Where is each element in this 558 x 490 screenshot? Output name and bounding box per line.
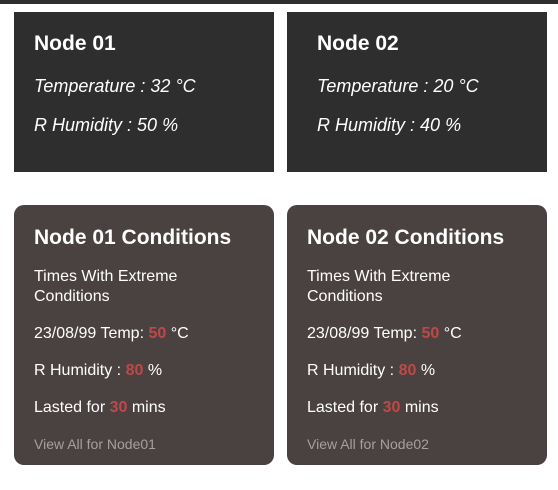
- date-temp-label: 23/08/99 Temp:: [34, 325, 149, 342]
- duration-reading: Lasted for 30 mins: [307, 398, 439, 418]
- humidity-label: R Humidity :: [34, 362, 126, 379]
- extreme-temperature-value: 50: [148, 325, 167, 342]
- humidity-value: 50: [137, 115, 158, 135]
- humidity-reading: R Humidity : 40 %: [317, 115, 461, 136]
- humidity-unit: %: [157, 115, 179, 135]
- humidity-value: 40: [420, 115, 441, 135]
- view-all-node01-link[interactable]: View All for Node01: [34, 436, 156, 452]
- conditions-title: Node 02 Conditions: [307, 226, 505, 249]
- humidity-label: R Humidity :: [34, 115, 138, 135]
- temperature-unit: °C: [166, 325, 189, 342]
- duration-value: 30: [382, 399, 401, 416]
- node-title: Node 01: [34, 32, 116, 55]
- duration-reading: Lasted for 30 mins: [34, 398, 166, 418]
- duration-unit: mins: [400, 399, 439, 416]
- view-all-node02-link[interactable]: View All for Node02: [307, 436, 429, 452]
- duration-unit: mins: [127, 399, 166, 416]
- extreme-humidity-value: 80: [125, 362, 144, 379]
- node-02-card: Node 02 Temperature : 20 °C R Humidity :…: [287, 12, 547, 172]
- humidity-label: R Humidity :: [307, 362, 399, 379]
- extreme-temperature-reading: 23/08/99 Temp: 50 °C: [307, 324, 462, 344]
- humidity-label: R Humidity :: [317, 115, 421, 135]
- node-02-conditions-card: Node 02 Conditions Times With Extreme Co…: [287, 205, 547, 465]
- extreme-conditions-subtitle: Times With Extreme Conditions: [34, 268, 178, 305]
- temperature-label: Temperature :: [317, 76, 434, 96]
- temperature-unit: °C: [439, 325, 462, 342]
- temperature-unit: °C: [170, 76, 196, 96]
- top-bar: [0, 0, 558, 4]
- extreme-humidity-reading: R Humidity : 80 %: [307, 361, 435, 381]
- humidity-reading: R Humidity : 50 %: [34, 115, 178, 136]
- extreme-conditions-subtitle: Times With Extreme Conditions: [307, 268, 451, 305]
- date-temp-label: 23/08/99 Temp:: [307, 325, 422, 342]
- temperature-label: Temperature :: [34, 76, 151, 96]
- humidity-unit: %: [440, 115, 462, 135]
- temperature-reading: Temperature : 20 °C: [317, 76, 479, 97]
- conditions-title: Node 01 Conditions: [34, 226, 232, 249]
- extreme-temperature-reading: 23/08/99 Temp: 50 °C: [34, 324, 189, 344]
- temperature-value: 32: [150, 76, 171, 96]
- lasted-label: Lasted for: [307, 399, 383, 416]
- node-01-conditions-card: Node 01 Conditions Times With Extreme Co…: [14, 205, 274, 465]
- temperature-value: 20: [433, 76, 454, 96]
- temperature-reading: Temperature : 32 °C: [34, 76, 196, 97]
- humidity-unit: %: [416, 362, 436, 379]
- duration-value: 30: [109, 399, 128, 416]
- lasted-label: Lasted for: [34, 399, 110, 416]
- node-title: Node 02: [317, 32, 399, 55]
- extreme-humidity-reading: R Humidity : 80 %: [34, 361, 162, 381]
- temperature-unit: °C: [453, 76, 479, 96]
- extreme-humidity-value: 80: [398, 362, 417, 379]
- humidity-unit: %: [143, 362, 163, 379]
- node-01-card: Node 01 Temperature : 32 °C R Humidity :…: [14, 12, 274, 172]
- extreme-temperature-value: 50: [421, 325, 440, 342]
